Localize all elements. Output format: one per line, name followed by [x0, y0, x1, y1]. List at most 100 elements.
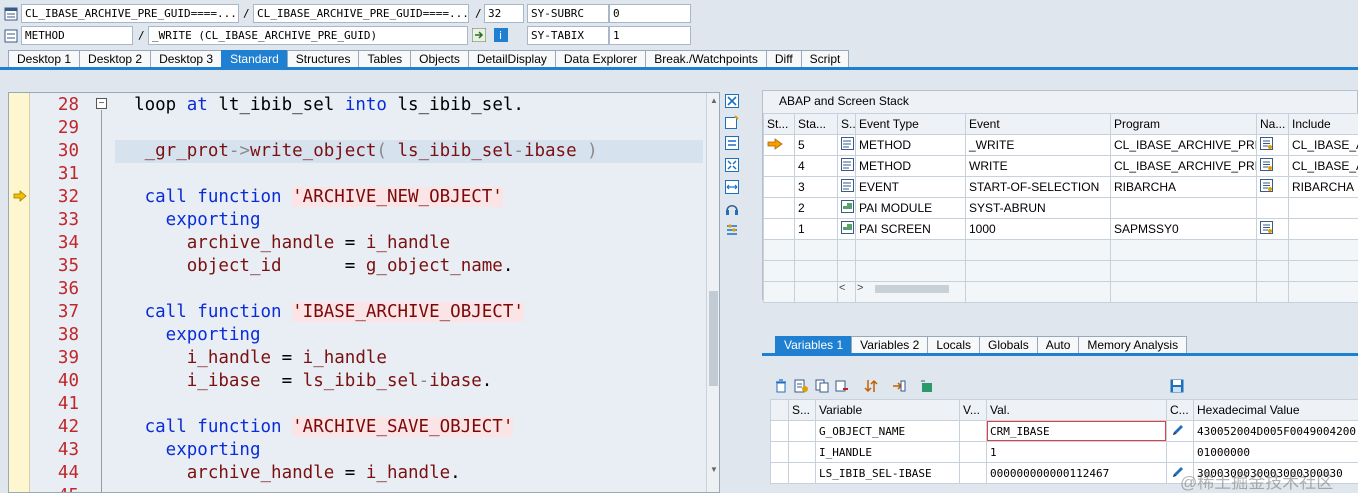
sysvar-field[interactable]: SY-TABIX	[527, 26, 609, 45]
code-line[interactable]: loop at lt_ibib_sel into ls_ibib_sel.	[113, 94, 524, 117]
scroll-up-icon[interactable]: ▲	[710, 96, 718, 105]
sysval-field[interactable]: 0	[609, 4, 691, 23]
settings-icon[interactable]	[725, 223, 739, 237]
tab-diff[interactable]: Diff	[765, 50, 802, 68]
fold-toggle-icon[interactable]: −	[96, 98, 107, 109]
program-field[interactable]: CL_IBASE_ARCHIVE_PRE_GUID====...	[21, 4, 239, 23]
clear-icon[interactable]	[794, 379, 808, 393]
navigate-cell[interactable]	[1256, 197, 1289, 219]
maximize-icon[interactable]	[725, 158, 739, 172]
navigate-icon[interactable]	[471, 27, 487, 43]
sysvar-field[interactable]: SY-SUBRC	[527, 4, 609, 23]
headset-icon[interactable]	[725, 202, 739, 216]
tab-script[interactable]: Script	[800, 50, 850, 68]
code-line[interactable]: i_handle = i_handle	[113, 347, 387, 370]
sort-icon[interactable]	[864, 379, 878, 393]
info-icon[interactable]: i	[494, 28, 508, 42]
navigate-cell[interactable]	[1256, 176, 1289, 198]
source-editor[interactable]: − 28 loop at lt_ibib_sel into ls_ibib_se…	[8, 92, 720, 493]
tab-memory-analysis[interactable]: Memory Analysis	[1078, 336, 1188, 354]
delete-icon[interactable]	[774, 379, 788, 393]
column-header[interactable]: Val.	[986, 399, 1167, 421]
tab-data-explorer[interactable]: Data Explorer	[554, 50, 647, 68]
column-header[interactable]: St...	[763, 113, 795, 135]
row-selector-header[interactable]	[770, 399, 789, 421]
scrollbar-thumb[interactable]	[709, 291, 718, 386]
tab-desktop-2[interactable]: Desktop 2	[79, 50, 152, 68]
navigate-cell[interactable]	[1256, 155, 1289, 177]
new-tool-icon[interactable]	[725, 115, 739, 129]
stack-row[interactable]: 3 EVENT START-OF-SELECTION RIBARCHA RIBARCHA	[763, 176, 1358, 198]
change-cell[interactable]	[1166, 420, 1194, 442]
tab-auto[interactable]: Auto	[1036, 336, 1080, 354]
change-cell[interactable]	[1166, 441, 1194, 463]
tab-desktop-1[interactable]: Desktop 1	[8, 50, 81, 68]
close-icon[interactable]	[725, 94, 739, 108]
stack-row[interactable]: 5 METHOD_WRITECL_IBASE_ARCHIVE_PRE... CL_I…	[763, 134, 1358, 156]
tab-break-watchpoints[interactable]: Break./Watchpoints	[645, 50, 767, 68]
variable-value[interactable]: 000000000000112467	[986, 462, 1167, 484]
breakpoint-gutter[interactable]	[9, 93, 30, 492]
row-selector[interactable]	[770, 420, 789, 442]
scroll-down-icon[interactable]: ▼	[710, 465, 718, 474]
row-selector[interactable]	[770, 441, 789, 463]
navigate-doc-icon[interactable]	[1260, 137, 1273, 153]
column-header[interactable]: Include	[1288, 113, 1358, 135]
column-header[interactable]: S...	[788, 399, 816, 421]
tab-detaildisplay[interactable]: DetailDisplay	[467, 50, 556, 68]
column-header[interactable]: Program	[1110, 113, 1257, 135]
column-header[interactable]: S...	[837, 113, 856, 135]
edit-pencil-icon[interactable]	[1170, 424, 1186, 441]
code-line[interactable]: i_ibase = ls_ibib_sel-ibase.	[113, 370, 493, 393]
tab-variables-1[interactable]: Variables 1	[775, 336, 853, 354]
code-line[interactable]: object_id = g_object_name.	[113, 255, 514, 278]
sysval-field[interactable]: 1	[609, 26, 691, 45]
tab-variables-2[interactable]: Variables 2	[851, 336, 929, 354]
swap-icon[interactable]	[725, 136, 739, 150]
include-field[interactable]: CL_IBASE_ARCHIVE_PRE_GUID====...	[253, 4, 469, 23]
save-icon[interactable]	[1170, 379, 1184, 393]
column-header[interactable]: V...	[959, 399, 987, 421]
stack-row[interactable]: 1 PAI SCREEN 1000 SAPMSSY0	[763, 218, 1358, 240]
stack-row[interactable]: 4 METHODWRITECL_IBASE_ARCHIVE_PRE... CL_IB…	[763, 155, 1358, 177]
scroll-right-icon[interactable]: >	[857, 282, 863, 294]
variable-value[interactable]: 1	[986, 441, 1167, 463]
code-line[interactable]: exporting	[113, 324, 261, 347]
scroll-left-icon[interactable]: <	[839, 282, 845, 294]
variable-row[interactable]: G_OBJECT_NAME CRM_IBASE 430052004D005F0049…	[770, 420, 1358, 442]
navigate-cell[interactable]	[1256, 218, 1289, 240]
stack-horizontal-scrollbar[interactable]: < >	[839, 282, 949, 296]
code-line[interactable]: exporting	[113, 439, 261, 462]
navigate-doc-icon[interactable]	[1260, 179, 1273, 195]
column-header[interactable]: Sta...	[794, 113, 838, 135]
column-header[interactable]: Na...	[1256, 113, 1289, 135]
code-line[interactable]: call function 'ARCHIVE_SAVE_OBJECT'	[113, 416, 514, 439]
resize-icon[interactable]	[725, 180, 739, 194]
event-field[interactable]: _WRITE (CL_IBASE_ARCHIVE_PRE_GUID)	[148, 26, 468, 45]
copy-icon[interactable]	[815, 379, 829, 393]
code-line[interactable]: call function 'IBASE_ARCHIVE_OBJECT'	[113, 301, 524, 324]
import-icon[interactable]	[892, 379, 906, 393]
line-field[interactable]: 32	[484, 4, 524, 23]
column-header[interactable]: Hexadecimal Value	[1193, 399, 1358, 421]
variable-value[interactable]: CRM_IBASE	[986, 420, 1167, 442]
code-line[interactable]: call function 'ARCHIVE_NEW_OBJECT'	[113, 186, 503, 209]
variable-name[interactable]: LS_IBIB_SEL-IBASE	[815, 462, 960, 484]
editor-scrollbar[interactable]: ▲ ▼	[706, 93, 719, 492]
tab-structures[interactable]: Structures	[286, 50, 360, 68]
navigate-doc-icon[interactable]	[1260, 221, 1273, 237]
column-header[interactable]: Event Type	[855, 113, 966, 135]
event-type-field[interactable]: METHOD	[21, 26, 133, 45]
code-line[interactable]: archive_handle = i_handle	[113, 232, 450, 255]
remove-row-icon[interactable]	[835, 379, 849, 393]
scrollbar-thumb[interactable]	[875, 285, 949, 293]
navigate-cell[interactable]	[1256, 134, 1289, 156]
column-header[interactable]: Variable	[815, 399, 960, 421]
column-header[interactable]: C...	[1166, 399, 1194, 421]
tab-globals[interactable]: Globals	[979, 336, 1038, 354]
tab-desktop-3[interactable]: Desktop 3	[150, 50, 223, 68]
code-line[interactable]: archive_handle = i_handle.	[113, 462, 461, 485]
stack-row[interactable]: 2 PAI MODULE SYST-ABRUN	[763, 197, 1358, 219]
column-header[interactable]: Event	[965, 113, 1111, 135]
navigate-doc-icon[interactable]	[1260, 158, 1273, 174]
